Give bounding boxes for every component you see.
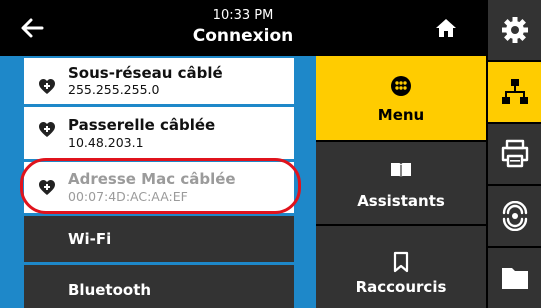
section-bluetooth[interactable]: Bluetooth <box>24 265 294 308</box>
nav-label: Menu <box>377 106 425 124</box>
side-settings-button[interactable] <box>488 0 541 60</box>
gear-icon <box>502 17 528 43</box>
list-item-title: Passerelle câblée <box>68 116 216 134</box>
nav-shortcuts-button[interactable]: Raccourcis <box>316 226 486 308</box>
list-item-value: 255.255.255.0 <box>68 82 160 97</box>
header-bar: 10:33 PM Connexion <box>0 0 486 56</box>
book-icon <box>391 163 411 178</box>
nav-assistants-button[interactable]: Assistants <box>316 142 486 224</box>
highlight-ring <box>20 158 301 214</box>
menu-dots-icon <box>391 76 411 96</box>
section-wifi[interactable]: Wi-Fi <box>24 216 294 262</box>
sensor-icon <box>502 201 528 231</box>
nav-label: Assistants <box>357 192 445 210</box>
section-label: Wi-Fi <box>68 230 112 248</box>
nav-label: Raccourcis <box>355 278 447 296</box>
list-item-value: 10.48.203.1 <box>68 135 144 150</box>
side-print-button[interactable] <box>488 124 541 184</box>
printer-icon <box>501 139 529 168</box>
side-storage-button[interactable] <box>488 248 541 308</box>
folder-icon <box>502 268 528 289</box>
home-icon[interactable] <box>435 18 457 38</box>
list-item-wired-subnet[interactable]: Sous-réseau câblé 255.255.255.0 <box>24 58 294 104</box>
heart-plus-icon <box>39 122 55 137</box>
side-network-button[interactable] <box>488 62 541 122</box>
list-item-wired-gateway[interactable]: Passerelle câblée 10.48.203.1 <box>24 107 294 159</box>
side-sensor-button[interactable] <box>488 186 541 246</box>
bookmark-icon <box>393 251 409 273</box>
page-title: Connexion <box>192 26 294 46</box>
section-label: Bluetooth <box>68 281 152 299</box>
list-item-title: Sous-réseau câblé <box>68 64 223 82</box>
network-icon <box>502 79 528 104</box>
clock-time: 10:33 PM <box>212 8 274 23</box>
nav-menu-button[interactable]: Menu <box>316 56 486 140</box>
heart-plus-icon <box>39 79 55 94</box>
